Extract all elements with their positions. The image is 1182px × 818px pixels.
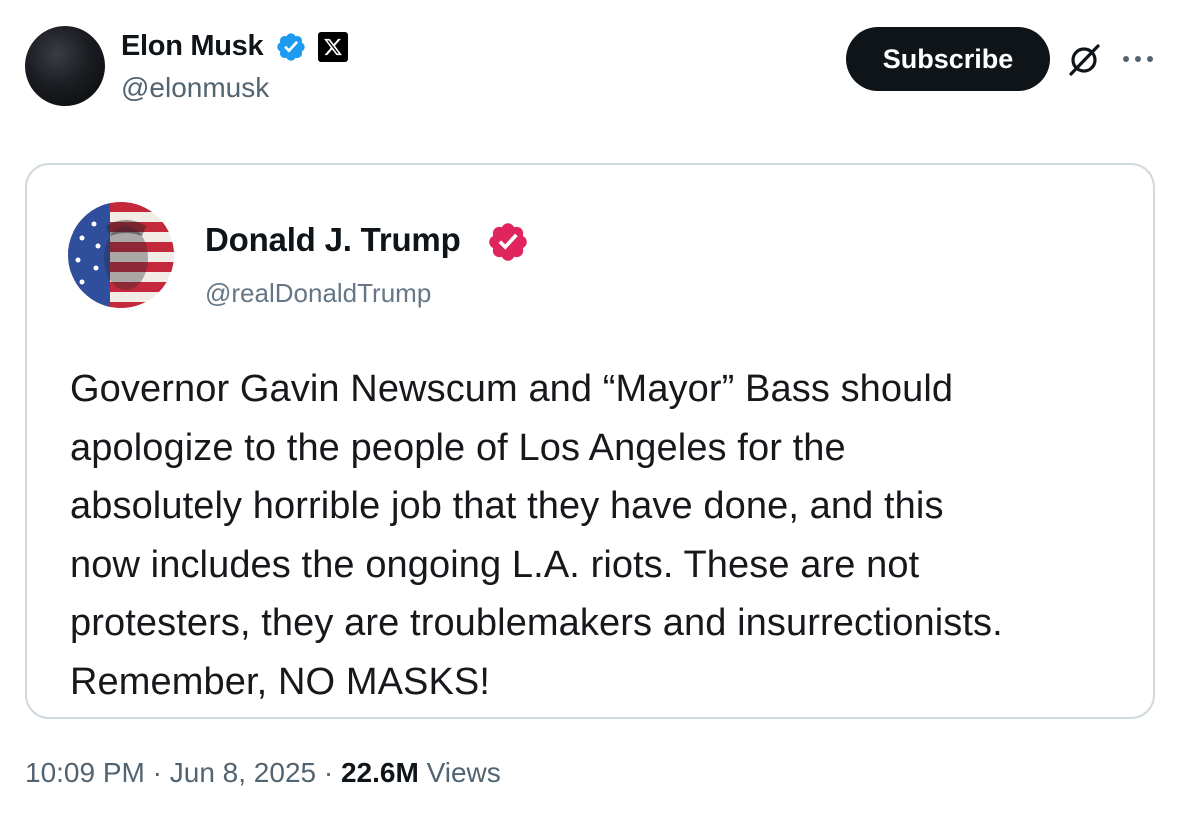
grok-icon[interactable] — [1066, 42, 1102, 78]
quoted-post-text-line: protesters, they are troublemakers and i… — [70, 602, 1003, 644]
quoted-post-text-line: Governor Gavin Newscum and “Mayor” Bass … — [70, 368, 954, 410]
meta-separator: · — [152, 757, 162, 788]
post-meta: 10:09 PM · Jun 8, 2025 · 22.6M Views — [25, 757, 501, 789]
verified-badge-icon — [277, 33, 305, 61]
author-handle[interactable]: @elonmusk — [121, 72, 269, 104]
views-label[interactable]: Views — [427, 757, 501, 788]
subscribe-button[interactable]: Subscribe — [846, 27, 1050, 91]
quoted-author-avatar[interactable] — [68, 202, 174, 308]
post-time[interactable]: 10:09 PM — [25, 757, 145, 788]
quoted-post-text: Governor Gavin Newscum and “Mayor” Bass … — [70, 360, 1140, 711]
views-count[interactable]: 22.6M — [341, 757, 419, 788]
verified-badge-icon — [489, 223, 527, 261]
author-name[interactable]: Elon Musk — [121, 30, 264, 63]
quoted-author-name[interactable]: Donald J. Trump — [205, 221, 461, 259]
more-dots-icon[interactable] — [1118, 45, 1158, 73]
x-logo-icon — [318, 32, 348, 62]
post-date[interactable]: Jun 8, 2025 — [170, 757, 316, 788]
quoted-post-text-line: Remember, NO MASKS! — [70, 660, 491, 703]
meta-separator: · — [323, 757, 334, 788]
quoted-author-handle[interactable]: @realDonaldTrump — [205, 278, 431, 309]
quoted-post-text-line: now includes the ongoing L.A. riots. The… — [70, 543, 920, 586]
author-avatar[interactable] — [25, 26, 105, 106]
quoted-post-text-line: absolutely horrible job that they have d… — [70, 485, 944, 527]
quoted-post-text-line: apologize to the people of Los Angeles f… — [70, 426, 846, 469]
